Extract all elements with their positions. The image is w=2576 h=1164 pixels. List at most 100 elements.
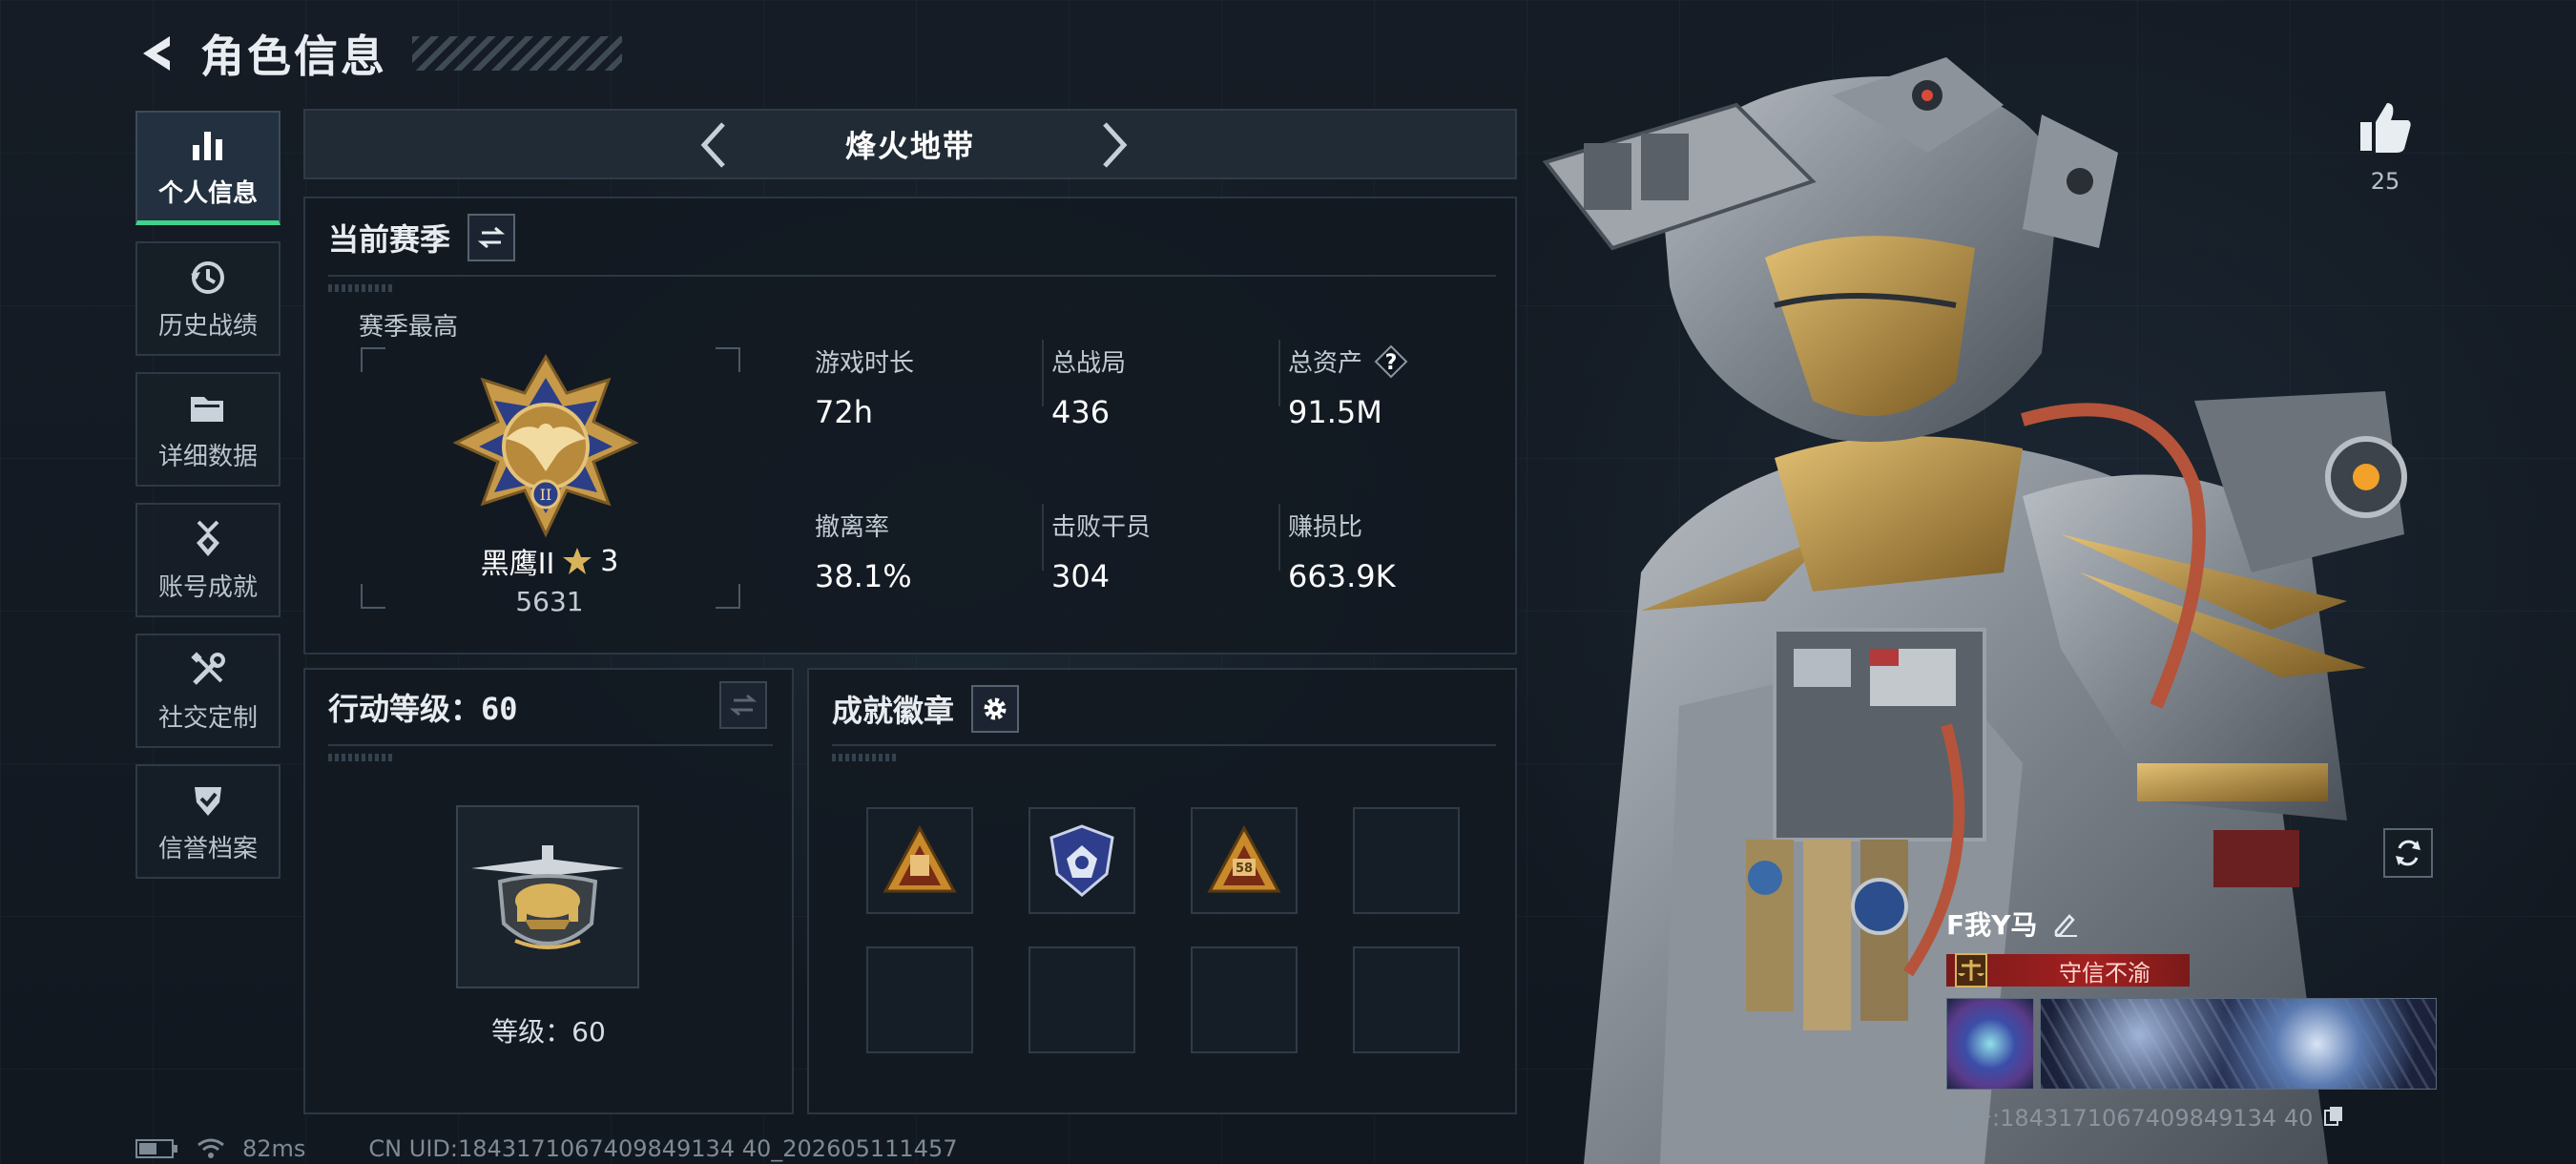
chevron-right-icon[interactable] — [1093, 118, 1135, 172]
honor-title-badge: 守信不渝 — [1946, 953, 2190, 987]
sidebar-item-history[interactable]: 历史战绩 — [135, 241, 280, 356]
wifi-icon — [197, 1138, 224, 1158]
star-icon — [563, 548, 592, 574]
action-level-title: 行动等级：60 — [328, 691, 518, 727]
achievement-slot-empty[interactable] — [866, 946, 973, 1053]
folder-icon — [191, 396, 223, 422]
rank-stars: 3 — [600, 544, 619, 578]
battery-icon — [135, 1139, 177, 1158]
medal-icon — [197, 520, 219, 556]
thumbs-up-icon[interactable] — [2357, 99, 2414, 155]
tools-icon — [191, 651, 225, 685]
rank-emblem-black-hawk-icon: II — [452, 354, 639, 538]
action-level-panel: 行动等级：60 等级：60 — [303, 668, 794, 1114]
stat-extraction-rate: 撤离率 38.1% — [815, 513, 912, 594]
sidebar-item-label: 详细数据 — [157, 442, 258, 471]
season-best-label: 赛季最高 — [359, 313, 459, 342]
frame-corner — [361, 347, 385, 372]
banner-image — [2040, 998, 2437, 1090]
stat-operators-defeated: 击败干员 304 — [1051, 513, 1152, 594]
badge-shield-icon — [1049, 824, 1114, 897]
stat-total-assets: 总资产 ? 91.5M — [1288, 343, 1408, 430]
achievement-slot-3[interactable]: 58 — [1191, 807, 1298, 914]
bar-chart-icon — [193, 132, 222, 160]
frame-corner — [716, 347, 740, 372]
badge-58-icon: 58 — [1207, 824, 1281, 893]
achievement-slot-1[interactable] — [866, 807, 973, 914]
copy-icon[interactable] — [2322, 1105, 2345, 1128]
like-count: 25 — [2370, 168, 2400, 195]
status-bar: 82ms CN UID:1843171067409849134 40_20260… — [135, 1135, 958, 1162]
season-panel: 当前赛季 赛季最高 II 黑鹰II 3 5631 游戏时长 72h 总战局 43… — [303, 197, 1517, 655]
rank-points: 5631 — [515, 586, 584, 617]
achievements-title: 成就徽章 — [832, 693, 955, 729]
mode-title: 烽火地带 — [844, 128, 975, 164]
achievement-slot-empty[interactable] — [1353, 946, 1460, 1053]
gear-icon — [984, 697, 1007, 720]
divider — [1042, 504, 1044, 571]
chevron-left-icon[interactable] — [693, 118, 735, 172]
sidebar-item-account-achievements[interactable]: 账号成就 — [135, 503, 280, 617]
helicopter-emblem-icon — [471, 845, 624, 949]
svg-text:II: II — [540, 486, 552, 504]
rank-name: 黑鹰II — [480, 548, 555, 581]
sidebar-item-detailed-data[interactable]: 详细数据 — [135, 372, 280, 487]
rank-block: 黑鹰II 3 5631 — [361, 540, 738, 618]
switch-action-level-button[interactable] — [719, 681, 767, 729]
scales-emblem-icon — [1955, 953, 1987, 987]
sidebar-item-social-custom[interactable]: 社交定制 — [135, 634, 280, 748]
sidebar-item-credit-record[interactable]: 信誉档案 — [135, 764, 280, 879]
rotate-model-button[interactable] — [2383, 828, 2433, 878]
divider — [1278, 504, 1280, 571]
switch-season-button[interactable] — [467, 214, 516, 261]
divider-mark — [328, 754, 395, 761]
profile-banner[interactable] — [1946, 998, 2437, 1090]
history-clock-icon — [191, 260, 224, 294]
sidebar: 个人信息 历史战绩 详细数据 账号成就 社交定制 信誉档案 — [135, 111, 282, 895]
swap-icon — [729, 694, 758, 717]
shield-check-icon — [195, 786, 221, 816]
swap-icon — [477, 226, 506, 249]
sidebar-item-label: 账号成就 — [157, 572, 258, 602]
sidebar-item-label: 个人信息 — [157, 179, 258, 208]
achievement-slot-2[interactable] — [1028, 807, 1135, 914]
player-nameplate: F我Y马 守信不渝 编号:1843171067409849134 40 — [1946, 904, 2442, 1133]
sidebar-item-label: 历史战绩 — [157, 311, 258, 341]
stat-profit-loss-ratio: 赚损比 663.9K — [1288, 513, 1396, 594]
divider — [832, 744, 1496, 746]
uid-footer: CN UID:1843171067409849134 40_2026051114… — [368, 1135, 958, 1162]
mode-selector: 烽火地带 — [303, 109, 1517, 179]
divider-mark — [328, 284, 395, 292]
title-decoration — [412, 36, 622, 71]
ping: 82ms — [242, 1135, 306, 1162]
achievement-slot-empty[interactable] — [1353, 807, 1460, 914]
achievements-panel: 成就徽章 58 — [807, 668, 1517, 1114]
stat-total-matches: 总战局 436 — [1051, 349, 1127, 430]
honor-title: 守信不渝 — [2059, 959, 2150, 987]
sidebar-item-label: 社交定制 — [157, 703, 258, 733]
svg-text:58: 58 — [1236, 862, 1253, 876]
page-title: 角色信息 — [200, 31, 387, 82]
header: 角色信息 — [134, 27, 622, 82]
season-title: 当前赛季 — [328, 221, 451, 258]
divider — [328, 275, 1496, 277]
svg-text:?: ? — [1385, 351, 1398, 375]
sidebar-item-personal-info[interactable]: 个人信息 — [135, 111, 280, 225]
refresh-icon — [2396, 840, 2420, 866]
player-name: F我Y马 — [1946, 909, 2038, 941]
achievement-slot-empty[interactable] — [1191, 946, 1298, 1053]
help-icon[interactable]: ? — [1374, 344, 1408, 379]
player-uid: 编号:1843171067409849134 40 — [1946, 1105, 2314, 1132]
avatar — [1946, 998, 2034, 1090]
season-header: 当前赛季 — [328, 214, 516, 261]
edit-pencil-icon[interactable] — [2052, 910, 2079, 937]
badge-cone-icon — [883, 824, 957, 893]
like-widget: 25 — [2357, 99, 2414, 195]
stat-play-time: 游戏时长 72h — [815, 349, 915, 430]
level-text: 等级：60 — [491, 1016, 606, 1048]
divider — [1278, 340, 1280, 406]
achievements-settings-button[interactable] — [971, 685, 1020, 733]
back-arrow-icon[interactable] — [134, 31, 179, 76]
divider-mark — [832, 754, 899, 761]
achievement-slot-empty[interactable] — [1028, 946, 1135, 1053]
